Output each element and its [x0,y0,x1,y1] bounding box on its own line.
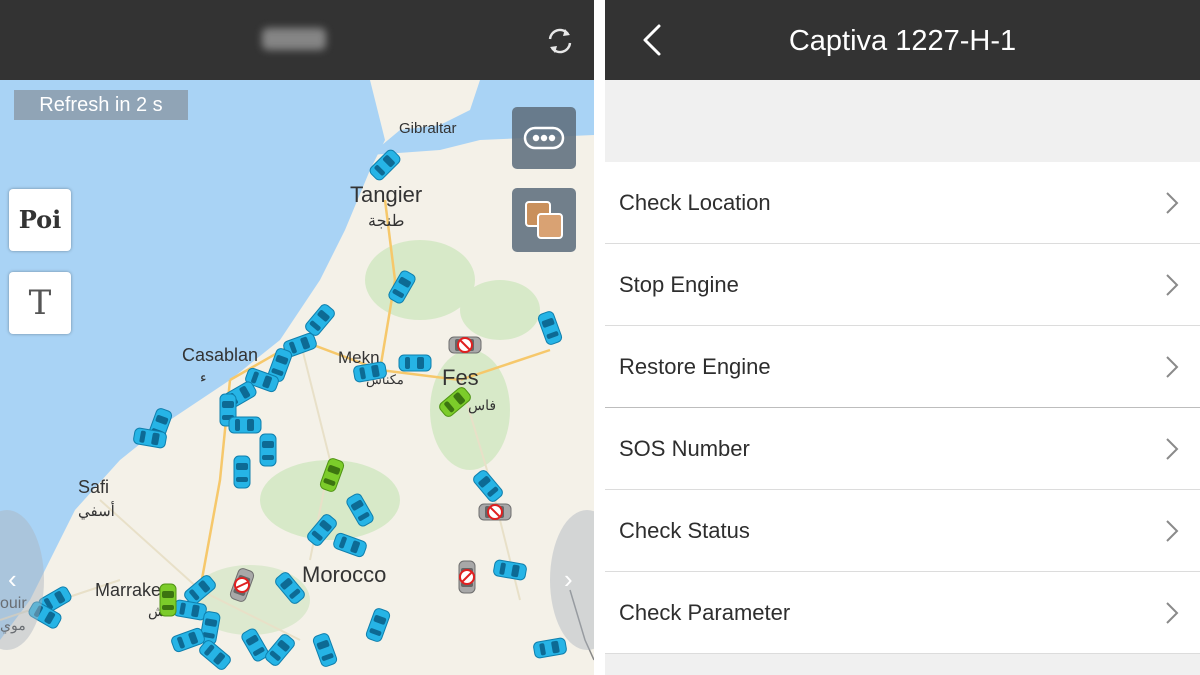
vehicle-marker[interactable] [398,354,432,372]
chevron-left-icon[interactable] [635,20,671,60]
screen-divider [594,0,605,675]
vehicle-marker[interactable] [386,268,418,306]
vehicle-marker-idle[interactable] [437,385,473,419]
map-header [0,0,594,80]
chevron-right-icon [1166,520,1179,542]
vehicle-marker[interactable] [471,468,505,504]
layers-icon [525,201,563,239]
command-restore-engine[interactable]: Restore Engine [605,326,1200,408]
command-list: Check Location Stop Engine Restore Engin… [605,162,1200,654]
command-check-parameter[interactable]: Check Parameter [605,572,1200,654]
map-screen: Gibraltar Tangier طنجة Casablan ء Mekn م… [0,0,594,675]
vehicle-marker[interactable] [172,598,208,622]
command-sos-number[interactable]: SOS Number [605,408,1200,490]
vehicle-marker[interactable] [311,631,339,669]
vehicle-marker[interactable] [536,309,564,347]
vehicle-marker[interactable] [228,416,262,434]
blurred-title [262,28,326,50]
chevron-right-icon [1166,602,1179,624]
list-item-label: Check Parameter [619,600,791,625]
vehicle-marker[interactable] [331,531,369,559]
vehicle-marker[interactable] [233,455,251,489]
vehicle-markers [26,147,568,672]
vehicle-marker-idle[interactable] [159,583,177,617]
vehicle-marker-offline[interactable] [448,336,482,354]
vehicle-marker[interactable] [364,606,392,644]
vehicle-marker[interactable] [367,147,403,183]
vehicle-marker[interactable] [273,570,307,606]
map-view[interactable]: Gibraltar Tangier طنجة Casablan ء Mekn م… [0,80,594,675]
vehicle-marker[interactable] [303,302,337,338]
text-label-button[interactable]: T [9,272,71,334]
vehicle-marker-offline[interactable] [478,503,512,521]
chevron-right-icon [1166,192,1179,214]
refresh-countdown: Refresh in 2 s [14,90,188,120]
vehicle-marker[interactable] [344,491,376,529]
vehicle-marker-offline[interactable] [458,560,476,594]
command-stop-engine[interactable]: Stop Engine [605,244,1200,326]
layers-button[interactable] [512,188,576,252]
command-check-location[interactable]: Check Location [605,162,1200,244]
vehicle-marker[interactable] [492,558,528,582]
chevron-right-icon [1166,438,1179,460]
vehicle-marker[interactable] [263,632,297,668]
vehicle-commands-screen: Captiva 1227-H-1 Check Location Stop Eng… [605,0,1200,675]
list-item-label: Check Status [619,518,750,543]
poi-button[interactable]: Poi [9,189,71,251]
page-title: Captiva 1227-H-1 [788,25,1017,57]
chevron-right-icon [1166,356,1179,378]
more-button[interactable] [512,107,576,169]
chevron-left-icon: ‹ [8,564,17,594]
list-item-label: Stop Engine [619,272,739,297]
vehicle-marker-idle[interactable] [318,456,346,494]
vehicle-marker-offline[interactable] [228,566,256,604]
detail-header: Captiva 1227-H-1 [605,0,1200,80]
vehicle-marker[interactable] [352,360,388,384]
vehicle-marker[interactable] [532,636,568,660]
chevron-right-icon [1166,274,1179,296]
list-item-label: Check Location [619,190,771,215]
vehicle-marker[interactable] [197,638,233,672]
list-item-label: SOS Number [619,436,750,461]
more-icon [523,126,565,150]
chevron-right-icon: › [564,564,573,594]
list-item-label: Restore Engine [619,354,771,379]
command-check-status[interactable]: Check Status [605,490,1200,572]
vehicle-marker[interactable] [259,433,277,467]
refresh-icon[interactable] [543,26,577,56]
